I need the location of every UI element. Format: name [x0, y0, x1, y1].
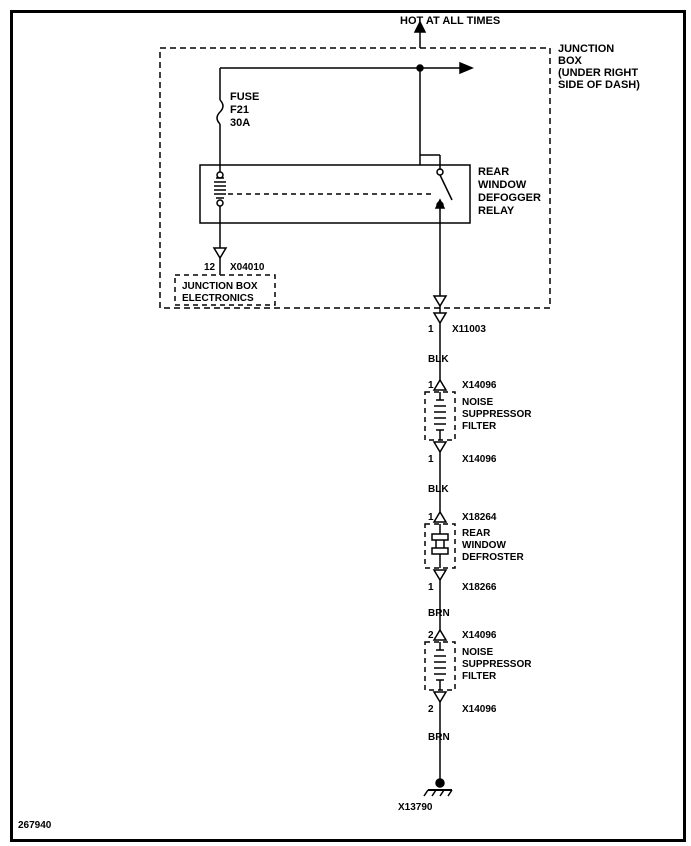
- fuse-l1: FUSE: [230, 91, 259, 103]
- nsf1-l1: NOISE: [462, 397, 493, 408]
- def-top-conn: X18264: [462, 512, 497, 523]
- ground-conn: X13790: [398, 802, 433, 813]
- nsf2-top-pin: 2: [428, 630, 434, 641]
- def-bot-pin: 1: [428, 582, 434, 593]
- nsf2-l1: NOISE: [462, 647, 493, 658]
- relay-l2: WINDOW: [478, 179, 527, 191]
- def-bot-conn: X18266: [462, 582, 497, 593]
- nsf1-top-pin: 1: [428, 380, 434, 391]
- fuse-l2: F21: [230, 104, 249, 116]
- nsf2-bot-conn: X14096: [462, 704, 497, 715]
- nsf2-top-conn: X14096: [462, 630, 497, 641]
- def-l3: DEFROSTER: [462, 552, 524, 563]
- wire-blk1: BLK: [428, 354, 449, 365]
- nsf2-bot-pin: 2: [428, 704, 434, 715]
- x11003-pin: 1: [428, 324, 434, 335]
- doc-number: 267940: [18, 820, 52, 831]
- relay-l3: DEFOGGER: [478, 192, 541, 204]
- def-l2: WINDOW: [462, 540, 506, 551]
- def-l1: REAR: [462, 528, 491, 539]
- nsf1-bot-conn: X14096: [462, 454, 497, 465]
- jbox-note-3: (UNDER RIGHT: [558, 67, 638, 79]
- jbox-note-1: JUNCTION: [558, 43, 614, 55]
- x11003-id: X11003: [452, 324, 486, 335]
- jbe-l2: ELECTRONICS: [182, 293, 254, 304]
- nsf2-l3: FILTER: [462, 671, 497, 682]
- fuse-l3: 30A: [230, 117, 250, 129]
- jbe-l1: JUNCTION BOX: [182, 281, 258, 292]
- wire-brn1: BRN: [428, 608, 450, 619]
- nsf1-top-conn: X14096: [462, 380, 497, 391]
- jbox-note-2: BOX: [558, 55, 583, 67]
- jbox-note-4: SIDE OF DASH): [558, 79, 640, 91]
- nsf1-bot-pin: 1: [428, 454, 434, 465]
- relay-l4: RELAY: [478, 205, 515, 217]
- nsf2-l2: SUPPRESSOR: [462, 659, 532, 670]
- hot-label: HOT AT ALL TIMES: [400, 15, 500, 27]
- jbe-conn: X04010: [230, 262, 265, 273]
- jbe-pin: 12: [204, 262, 216, 273]
- nsf1-l2: SUPPRESSOR: [462, 409, 532, 420]
- relay-l1: REAR: [478, 166, 509, 178]
- nsf1-l3: FILTER: [462, 421, 497, 432]
- wire-blk2: BLK: [428, 484, 449, 495]
- def-top-pin: 1: [428, 512, 434, 523]
- wire-brn2: BRN: [428, 732, 450, 743]
